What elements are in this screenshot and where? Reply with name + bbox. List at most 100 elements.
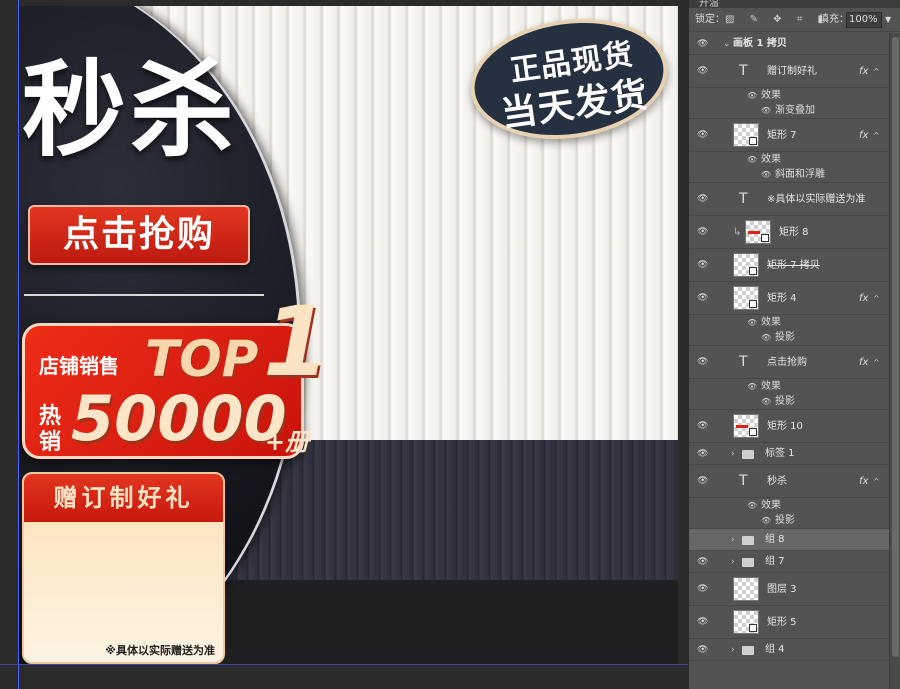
layer-effect-item[interactable]: 👁 投影: [689, 394, 889, 410]
layer-effect-item[interactable]: 👁 投影: [689, 513, 889, 529]
eye-icon[interactable]: 👁: [697, 410, 709, 443]
eye-icon[interactable]: 👁: [761, 330, 771, 345]
guide-horizontal[interactable]: [0, 664, 688, 665]
photoshop-window: 秒杀 点击抢购 店铺销售 TOP 1 热 销 50000 +册 赠订制好礼 ※具…: [0, 0, 900, 689]
eye-icon[interactable]: 👁: [697, 55, 709, 88]
layer-row-miaosha[interactable]: 👁 T 秒杀 fx ^: [689, 465, 889, 498]
layers-scrollbar[interactable]: [889, 33, 900, 689]
cta-button[interactable]: 点击抢购: [28, 205, 250, 265]
layer-name: 点击抢购: [767, 357, 807, 368]
artboard[interactable]: 秒杀 点击抢购 店铺销售 TOP 1 热 销 50000 +册 赠订制好礼 ※具…: [18, 6, 678, 664]
fx-icon[interactable]: fx: [859, 55, 868, 88]
layer-row-group4[interactable]: 👁 › 组 4: [689, 639, 889, 661]
layer-row-group7[interactable]: 👁 › 组 7: [689, 551, 889, 573]
eye-icon[interactable]: 👁: [697, 282, 709, 315]
layer-effects-row[interactable]: 👁 效果: [689, 152, 889, 167]
fx-icon[interactable]: fx: [859, 119, 868, 152]
layer-row-rect7-copy[interactable]: 👁 矩形 7 拷贝: [689, 249, 889, 282]
layer-thumbnail: [733, 253, 759, 277]
layer-row-artboard[interactable]: 👁 ⌄ 画板 1 拷贝: [689, 33, 889, 55]
layer-row-note-text[interactable]: 👁 T ※具体以实际赠送为准: [689, 183, 889, 216]
gift-note: ※具体以实际赠送为准: [105, 644, 215, 657]
scroll-thumb[interactable]: [892, 37, 899, 657]
panel-tab-bar: 升温: [689, 0, 900, 9]
text-layer-icon: T: [739, 63, 748, 79]
layer-row-rect7[interactable]: 👁 矩形 7 fx ^: [689, 119, 889, 152]
layer-effects-row[interactable]: 👁 效果: [689, 88, 889, 103]
eye-icon[interactable]: 👁: [761, 167, 771, 182]
eye-icon[interactable]: 👁: [697, 551, 709, 573]
eye-icon[interactable]: 👁: [697, 249, 709, 282]
layer-row-rect10[interactable]: 👁 矩形 10: [689, 410, 889, 443]
layer-row-rect5[interactable]: 👁 矩形 5: [689, 606, 889, 639]
gift-card: 赠订制好礼 ※具体以实际赠送为准: [22, 472, 225, 664]
layer-effect-item[interactable]: 👁 投影: [689, 330, 889, 346]
layer-name: 矩形 7: [767, 130, 797, 141]
layer-effects-row[interactable]: 👁 效果: [689, 379, 889, 394]
eye-icon[interactable]: 👁: [747, 88, 757, 103]
layer-effect-item[interactable]: 👁 斜面和浮雕: [689, 167, 889, 183]
layer-effects-row[interactable]: 👁 效果: [689, 315, 889, 330]
clip-arrow-icon: ↳: [733, 227, 742, 238]
chevron-down-icon[interactable]: ⌄: [723, 33, 731, 55]
effect-name: 渐变叠加: [775, 105, 815, 116]
chevron-right-icon[interactable]: ›: [731, 529, 735, 551]
layer-effects-row[interactable]: 👁 效果: [689, 498, 889, 513]
eye-icon[interactable]: 👁: [697, 346, 709, 379]
layer-thumbnail: [733, 414, 759, 438]
eye-icon[interactable]: 👁: [697, 216, 709, 249]
fill-label: 填充：: [819, 14, 849, 25]
layer-row-cta-text[interactable]: 👁 T 点击抢购 fx ^: [689, 346, 889, 379]
document-canvas[interactable]: 秒杀 点击抢购 店铺销售 TOP 1 热 销 50000 +册 赠订制好礼 ※具…: [0, 0, 688, 689]
layer-row-tag1[interactable]: 👁 › 标签 1: [689, 443, 889, 465]
folder-icon: [742, 558, 754, 567]
layer-name: 矩形 8: [779, 227, 809, 238]
eye-icon[interactable]: 👁: [697, 639, 709, 661]
eye-icon[interactable]: 👁: [697, 465, 709, 498]
layer-row-rect4[interactable]: 👁 矩形 4 fx ^: [689, 282, 889, 315]
eye-icon[interactable]: 👁: [761, 394, 771, 409]
eye-icon[interactable]: 👁: [761, 513, 771, 528]
store-sales-label: 店铺销售: [39, 354, 119, 378]
eye-icon[interactable]: 👁: [747, 152, 757, 167]
layer-row-gift-text[interactable]: 👁 T 赠订制好礼 fx ^: [689, 55, 889, 88]
layer-name: 组 4: [765, 644, 785, 655]
layer-list: 👁 ⌄ 画板 1 拷贝 👁 T 赠订制好礼 fx ^ 👁 效果 👁 渐变叠加 👁: [689, 33, 889, 661]
layer-name: 组 8: [765, 534, 785, 545]
fill-input[interactable]: 100%: [846, 12, 882, 28]
divider-line: [24, 294, 264, 296]
eye-icon[interactable]: 👁: [747, 315, 757, 330]
effects-label: 效果: [761, 500, 781, 511]
folder-icon: [742, 536, 754, 545]
eye-icon[interactable]: 👁: [697, 119, 709, 152]
chevron-right-icon[interactable]: ›: [731, 443, 735, 465]
lock-icon[interactable]: ▨ ✎ ✥ ⌗ ▮: [725, 8, 829, 32]
chevron-right-icon[interactable]: ›: [731, 639, 735, 661]
chevron-up-icon[interactable]: ^: [873, 346, 880, 379]
eye-icon[interactable]: 👁: [697, 606, 709, 639]
chevron-down-icon[interactable]: ▼: [885, 8, 891, 32]
eye-icon[interactable]: 👁: [747, 379, 757, 394]
fx-icon[interactable]: fx: [859, 282, 868, 315]
chevron-up-icon[interactable]: ^: [873, 282, 880, 315]
eye-icon[interactable]: 👁: [697, 573, 709, 606]
lock-label: 锁定：: [695, 14, 725, 25]
effects-label: 效果: [761, 154, 781, 165]
guide-vertical[interactable]: [18, 0, 19, 689]
chevron-up-icon[interactable]: ^: [873, 55, 880, 88]
fx-icon[interactable]: fx: [859, 346, 868, 379]
chevron-up-icon[interactable]: ^: [873, 465, 880, 498]
layer-row-group8[interactable]: › 组 8: [689, 529, 889, 551]
layer-effect-item[interactable]: 👁 渐变叠加: [689, 103, 889, 119]
eye-icon[interactable]: 👁: [697, 443, 709, 465]
eye-icon[interactable]: 👁: [747, 498, 757, 513]
layer-row-rect8[interactable]: 👁 ↳ 矩形 8: [689, 216, 889, 249]
eye-icon[interactable]: 👁: [761, 103, 771, 118]
chevron-right-icon[interactable]: ›: [731, 551, 735, 573]
eye-icon[interactable]: 👁: [697, 33, 709, 55]
layer-row-layer3[interactable]: 👁 图层 3: [689, 573, 889, 606]
eye-icon[interactable]: 👁: [697, 183, 709, 216]
chevron-up-icon[interactable]: ^: [873, 119, 880, 152]
fx-icon[interactable]: fx: [859, 465, 868, 498]
folder-icon: [742, 646, 754, 655]
